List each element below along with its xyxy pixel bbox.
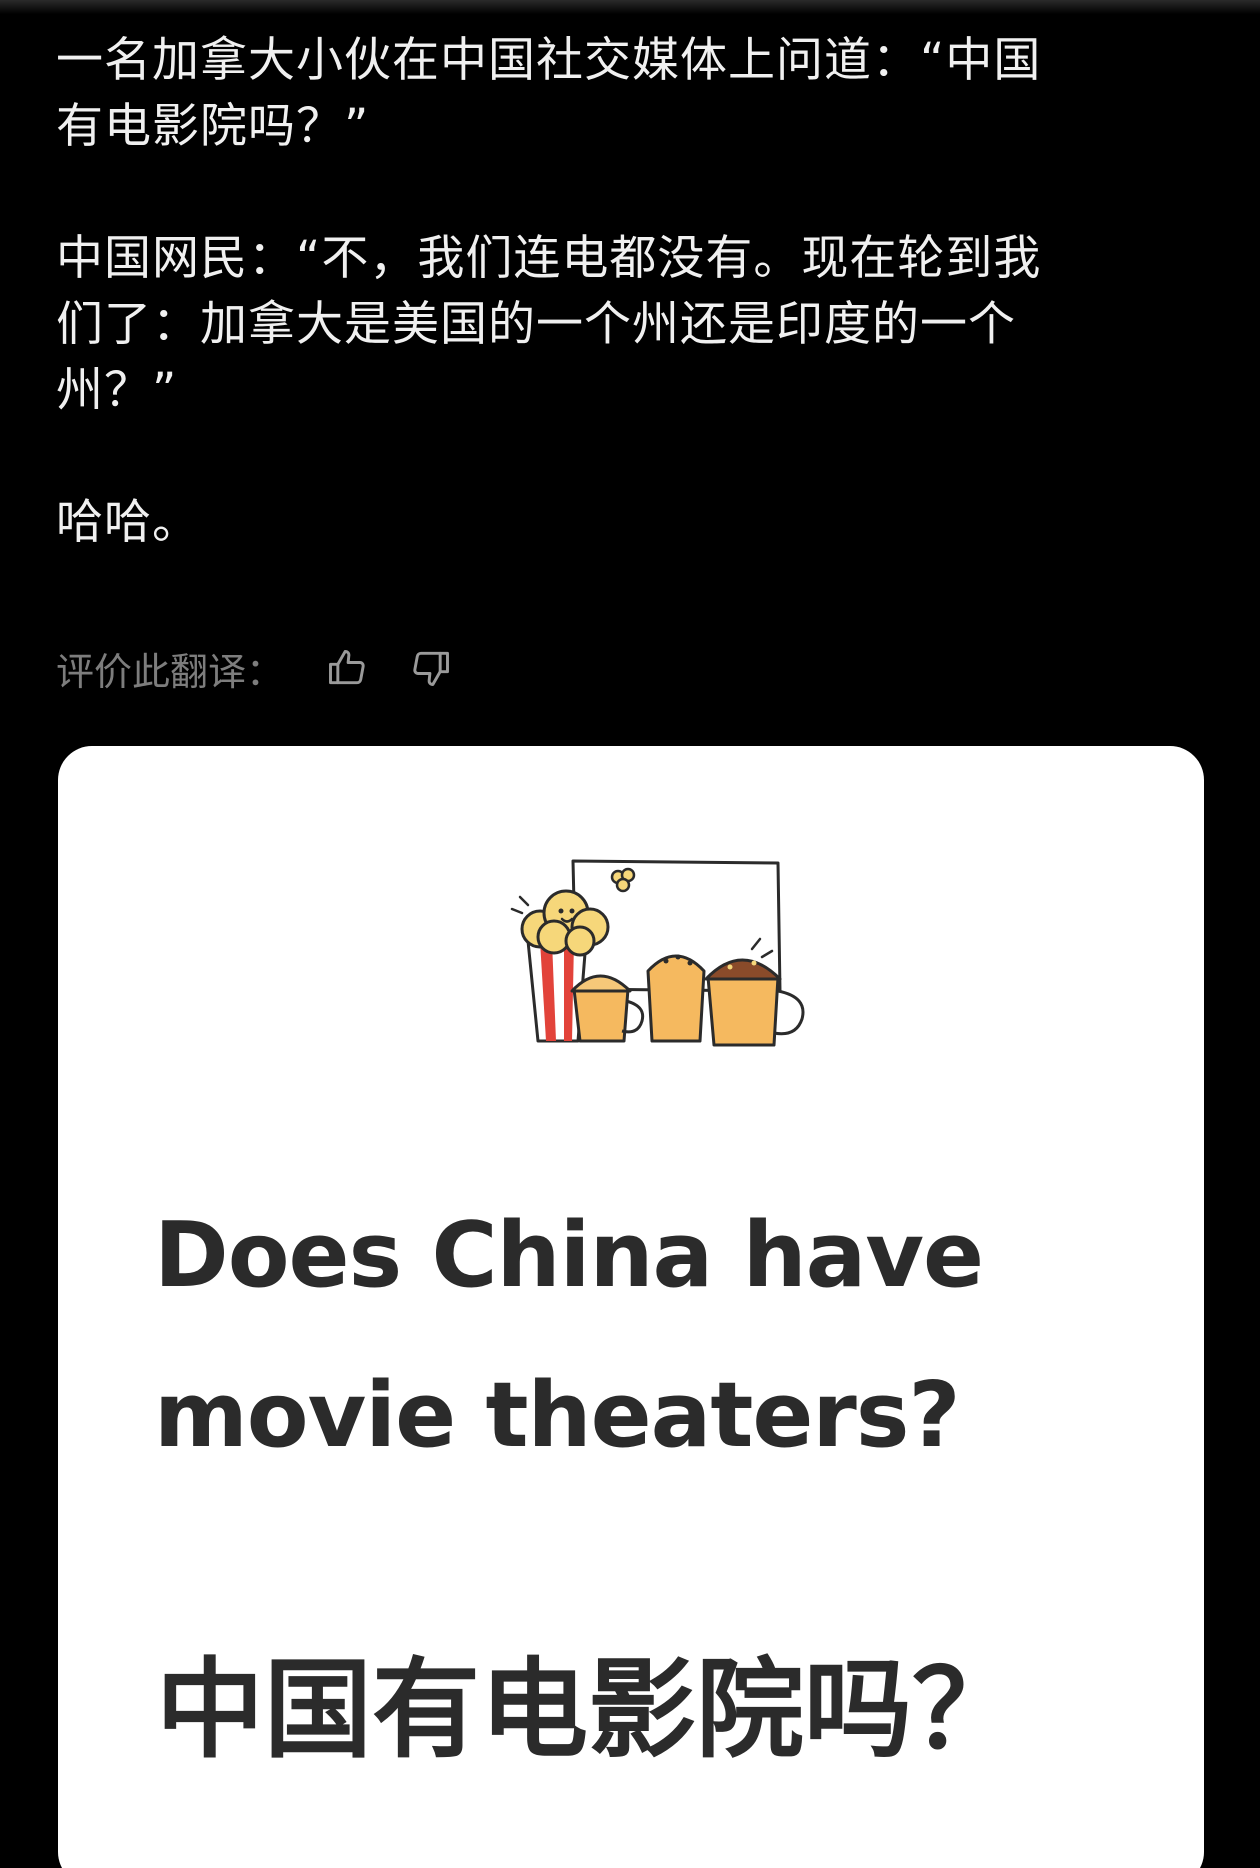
thumbs-down-button[interactable] [408, 645, 454, 691]
post-line: 们了：加拿大是美国的一个州还是印度的一个 [56, 297, 1016, 352]
card-title-english-line: movie theaters? [154, 1363, 961, 1468]
thumbs-up-icon [329, 650, 365, 685]
card-title-english: Does China have movie theaters? [154, 1176, 1154, 1496]
thumbs-down-icon [413, 651, 449, 686]
top-edge-fade [0, 0, 1260, 14]
thumbs-up-button[interactable] [324, 645, 370, 691]
image-card[interactable]: Does China have movie theaters? 中国有电影院吗？ [58, 746, 1204, 1868]
post-line: 哈哈。 [56, 495, 200, 550]
translation-rating-row: 评价此翻译： [56, 640, 492, 696]
post-line: 一名加拿大小伙在中国社交媒体上问道：“中国 [56, 33, 1042, 88]
translation-rating-label: 评价此翻译： [56, 649, 285, 694]
post-body: 一名加拿大小伙在中国社交媒体上问道：“中国 有电影院吗？” 中国网民：“不，我们… [56, 28, 1196, 556]
post-line: 中国网民：“不，我们连电都没有。现在轮到我 [56, 231, 1042, 286]
post-line: 州？” [56, 363, 178, 418]
card-title-english-line: Does China have [154, 1203, 984, 1308]
popcorn-and-cups-illustration [510, 859, 805, 1047]
card-title-chinese: 中国有电影院吗？ [156, 1648, 1021, 1773]
post-line: 有电影院吗？” [56, 99, 370, 154]
